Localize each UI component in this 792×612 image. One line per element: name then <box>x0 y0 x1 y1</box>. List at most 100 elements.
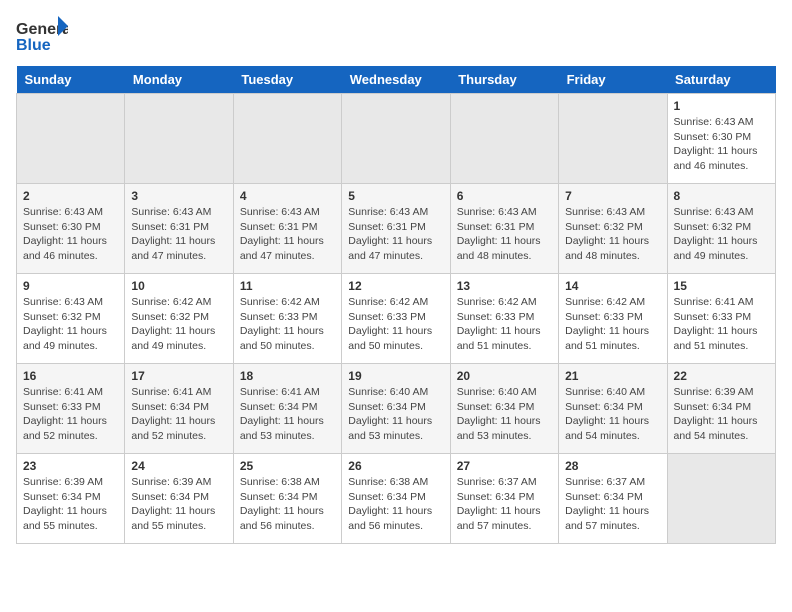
day-number: 24 <box>131 459 226 473</box>
calendar-cell: 27 Sunrise: 6:37 AM Sunset: 6:34 PM Dayli… <box>450 454 558 544</box>
calendar-cell <box>233 94 341 184</box>
day-info: Sunrise: 6:39 AM Sunset: 6:34 PM Dayligh… <box>23 475 118 534</box>
day-of-week-header: Wednesday <box>342 66 450 94</box>
calendar-week-row: 9 Sunrise: 6:43 AM Sunset: 6:32 PM Daylig… <box>17 274 776 364</box>
day-number: 5 <box>348 189 443 203</box>
day-info: Sunrise: 6:38 AM Sunset: 6:34 PM Dayligh… <box>240 475 335 534</box>
day-info: Sunrise: 6:41 AM Sunset: 6:34 PM Dayligh… <box>131 385 226 444</box>
calendar-cell: 14 Sunrise: 6:42 AM Sunset: 6:33 PM Dayli… <box>559 274 667 364</box>
calendar-cell: 1Sunrise: 6:43 AM Sunset: 6:30 PM Daylig… <box>667 94 775 184</box>
day-info: Sunrise: 6:43 AM Sunset: 6:30 PM Dayligh… <box>23 205 118 264</box>
day-info: Sunrise: 6:43 AM Sunset: 6:31 PM Dayligh… <box>457 205 552 264</box>
day-info: Sunrise: 6:40 AM Sunset: 6:34 PM Dayligh… <box>457 385 552 444</box>
day-number: 9 <box>23 279 118 293</box>
calendar-week-row: 23 Sunrise: 6:39 AM Sunset: 6:34 PM Dayli… <box>17 454 776 544</box>
calendar-cell: 28 Sunrise: 6:37 AM Sunset: 6:34 PM Dayli… <box>559 454 667 544</box>
calendar-cell <box>125 94 233 184</box>
calendar-week-row: 16 Sunrise: 6:41 AM Sunset: 6:33 PM Dayli… <box>17 364 776 454</box>
calendar-cell: 5 Sunrise: 6:43 AM Sunset: 6:31 PM Daylig… <box>342 184 450 274</box>
day-info: Sunrise: 6:40 AM Sunset: 6:34 PM Dayligh… <box>565 385 660 444</box>
day-info: Sunrise: 6:43 AM Sunset: 6:31 PM Dayligh… <box>131 205 226 264</box>
day-info: Sunrise: 6:43 AM Sunset: 6:32 PM Dayligh… <box>23 295 118 354</box>
calendar-cell: 17 Sunrise: 6:41 AM Sunset: 6:34 PM Dayli… <box>125 364 233 454</box>
calendar-cell: 22 Sunrise: 6:39 AM Sunset: 6:34 PM Dayli… <box>667 364 775 454</box>
day-number: 13 <box>457 279 552 293</box>
day-number: 2 <box>23 189 118 203</box>
calendar-cell: 21 Sunrise: 6:40 AM Sunset: 6:34 PM Dayli… <box>559 364 667 454</box>
day-number: 17 <box>131 369 226 383</box>
day-number: 22 <box>674 369 769 383</box>
day-number: 18 <box>240 369 335 383</box>
day-number: 4 <box>240 189 335 203</box>
calendar-cell <box>17 94 125 184</box>
day-info: Sunrise: 6:42 AM Sunset: 6:33 PM Dayligh… <box>457 295 552 354</box>
day-of-week-header: Saturday <box>667 66 775 94</box>
day-info: Sunrise: 6:37 AM Sunset: 6:34 PM Dayligh… <box>565 475 660 534</box>
day-of-week-header: Friday <box>559 66 667 94</box>
calendar-cell: 11 Sunrise: 6:42 AM Sunset: 6:33 PM Dayli… <box>233 274 341 364</box>
day-info: Sunrise: 6:43 AM Sunset: 6:31 PM Dayligh… <box>348 205 443 264</box>
calendar-week-row: 2 Sunrise: 6:43 AM Sunset: 6:30 PM Daylig… <box>17 184 776 274</box>
calendar-cell: 3 Sunrise: 6:43 AM Sunset: 6:31 PM Daylig… <box>125 184 233 274</box>
day-number: 19 <box>348 369 443 383</box>
day-info: Sunrise: 6:43 AM Sunset: 6:30 PM Dayligh… <box>674 115 769 174</box>
day-info: Sunrise: 6:41 AM Sunset: 6:33 PM Dayligh… <box>674 295 769 354</box>
calendar-cell: 23 Sunrise: 6:39 AM Sunset: 6:34 PM Dayli… <box>17 454 125 544</box>
svg-text:Blue: Blue <box>16 37 51 54</box>
calendar-cell <box>559 94 667 184</box>
calendar-cell: 6 Sunrise: 6:43 AM Sunset: 6:31 PM Daylig… <box>450 184 558 274</box>
calendar-cell: 15 Sunrise: 6:41 AM Sunset: 6:33 PM Dayli… <box>667 274 775 364</box>
day-of-week-header: Thursday <box>450 66 558 94</box>
day-info: Sunrise: 6:38 AM Sunset: 6:34 PM Dayligh… <box>348 475 443 534</box>
day-number: 14 <box>565 279 660 293</box>
day-info: Sunrise: 6:42 AM Sunset: 6:33 PM Dayligh… <box>240 295 335 354</box>
day-number: 21 <box>565 369 660 383</box>
day-number: 27 <box>457 459 552 473</box>
calendar-cell: 18Sunrise: 6:41 AM Sunset: 6:34 PM Dayli… <box>233 364 341 454</box>
calendar-cell: 12 Sunrise: 6:42 AM Sunset: 6:33 PM Dayli… <box>342 274 450 364</box>
day-info: Sunrise: 6:42 AM Sunset: 6:33 PM Dayligh… <box>565 295 660 354</box>
day-info: Sunrise: 6:41 AM Sunset: 6:33 PM Dayligh… <box>23 385 118 444</box>
calendar-cell <box>667 454 775 544</box>
day-info: Sunrise: 6:43 AM Sunset: 6:32 PM Dayligh… <box>565 205 660 264</box>
day-of-week-header: Monday <box>125 66 233 94</box>
day-info: Sunrise: 6:42 AM Sunset: 6:32 PM Dayligh… <box>131 295 226 354</box>
calendar-cell: 9 Sunrise: 6:43 AM Sunset: 6:32 PM Daylig… <box>17 274 125 364</box>
day-info: Sunrise: 6:42 AM Sunset: 6:33 PM Dayligh… <box>348 295 443 354</box>
page-header: GeneralBlue <box>16 16 776 56</box>
day-number: 6 <box>457 189 552 203</box>
calendar-cell: 7 Sunrise: 6:43 AM Sunset: 6:32 PM Daylig… <box>559 184 667 274</box>
calendar-header-row: SundayMondayTuesdayWednesdayThursdayFrid… <box>17 66 776 94</box>
calendar-cell: 24 Sunrise: 6:39 AM Sunset: 6:34 PM Dayli… <box>125 454 233 544</box>
day-info: Sunrise: 6:39 AM Sunset: 6:34 PM Dayligh… <box>674 385 769 444</box>
day-number: 20 <box>457 369 552 383</box>
day-info: Sunrise: 6:37 AM Sunset: 6:34 PM Dayligh… <box>457 475 552 534</box>
calendar-cell: 26 Sunrise: 6:38 AM Sunset: 6:34 PM Dayli… <box>342 454 450 544</box>
day-number: 3 <box>131 189 226 203</box>
day-number: 8 <box>674 189 769 203</box>
calendar-cell <box>450 94 558 184</box>
calendar-cell: 8 Sunrise: 6:43 AM Sunset: 6:32 PM Daylig… <box>667 184 775 274</box>
day-info: Sunrise: 6:40 AM Sunset: 6:34 PM Dayligh… <box>348 385 443 444</box>
day-number: 11 <box>240 279 335 293</box>
day-number: 15 <box>674 279 769 293</box>
calendar-cell: 4 Sunrise: 6:43 AM Sunset: 6:31 PM Daylig… <box>233 184 341 274</box>
day-number: 28 <box>565 459 660 473</box>
calendar-cell: 25 Sunrise: 6:38 AM Sunset: 6:34 PM Dayli… <box>233 454 341 544</box>
day-info: Sunrise: 6:39 AM Sunset: 6:34 PM Dayligh… <box>131 475 226 534</box>
day-info: Sunrise: 6:43 AM Sunset: 6:31 PM Dayligh… <box>240 205 335 264</box>
day-info: Sunrise: 6:43 AM Sunset: 6:32 PM Dayligh… <box>674 205 769 264</box>
calendar-cell: 20 Sunrise: 6:40 AM Sunset: 6:34 PM Dayli… <box>450 364 558 454</box>
logo: GeneralBlue <box>16 16 68 56</box>
day-number: 23 <box>23 459 118 473</box>
day-number: 25 <box>240 459 335 473</box>
calendar-cell: 19 Sunrise: 6:40 AM Sunset: 6:34 PM Dayli… <box>342 364 450 454</box>
day-number: 10 <box>131 279 226 293</box>
day-number: 26 <box>348 459 443 473</box>
calendar-cell: 13 Sunrise: 6:42 AM Sunset: 6:33 PM Dayli… <box>450 274 558 364</box>
day-number: 16 <box>23 369 118 383</box>
day-number: 7 <box>565 189 660 203</box>
logo-icon: GeneralBlue <box>16 16 68 56</box>
day-number: 12 <box>348 279 443 293</box>
calendar-cell <box>342 94 450 184</box>
